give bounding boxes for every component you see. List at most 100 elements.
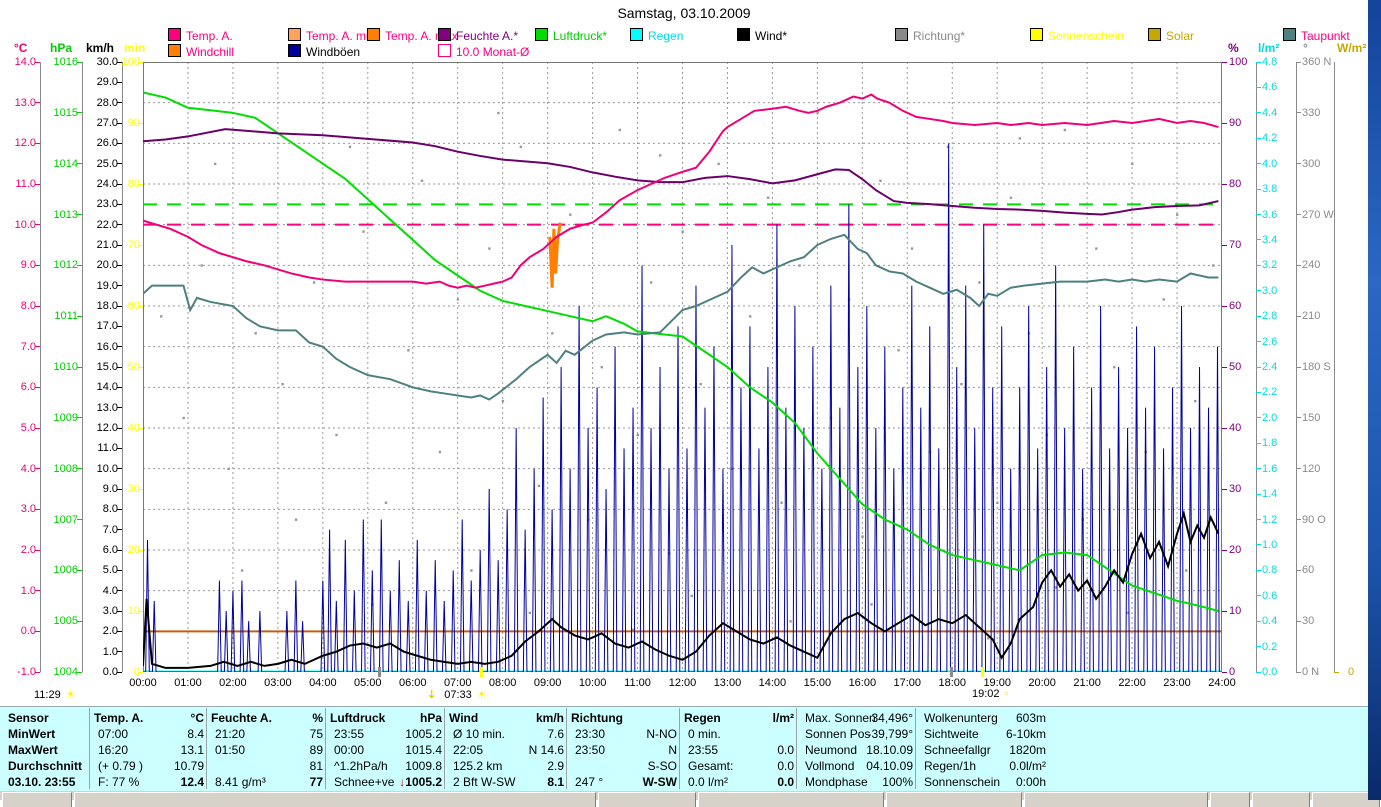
lm2-axis-label: 2.2 (1262, 386, 1278, 399)
deg-axis-tick (1296, 671, 1301, 673)
min-axis-label: 70 (127, 239, 140, 251)
lm2-axis-tick (1256, 315, 1261, 317)
lm2-axis-tick (1256, 569, 1261, 571)
wind-direction-dot (789, 620, 792, 623)
min-axis-label: 30 (127, 483, 140, 495)
legend-swatch-icon (288, 44, 301, 57)
table-divider (89, 708, 90, 789)
axis-unit-7: W/m² (1337, 41, 1367, 55)
legend-item-feuchte-a-: Feuchte A.* (438, 28, 518, 43)
kmh-axis-label: 19.0 (96, 279, 118, 292)
legend-swatch-icon (895, 28, 908, 41)
pct-axis-tick (1222, 488, 1227, 490)
astro-value: 34,496° (871, 711, 913, 725)
deg-axis-label: 30 (1302, 615, 1315, 628)
x-axis-label: 20:00 (1028, 677, 1056, 689)
min-axis-label: 100 (121, 56, 140, 68)
wind-value: 8.1 (547, 775, 564, 789)
wind-direction-dot (650, 281, 653, 284)
table-divider (679, 708, 680, 789)
lm2-axis-label: 1.0 (1262, 538, 1278, 551)
wind-direction-dot (600, 366, 603, 369)
wind-direction-dot (699, 382, 702, 386)
richtung-value: S-SO (647, 759, 677, 773)
lm2-axis-tick (1256, 366, 1261, 368)
lm2-axis-tick (1256, 646, 1261, 648)
regen-value: 0.0 (777, 775, 794, 789)
lm2-axis-tick (1256, 468, 1261, 470)
richtung-header: Richtung (571, 711, 623, 725)
feuchte-value: 81 (309, 759, 323, 773)
legend-swatch-icon (438, 28, 451, 41)
legend-item-temp-a-min: Temp. A. min (288, 28, 375, 43)
wind-direction-dot (996, 501, 999, 504)
wind-value: 2.9 (547, 759, 564, 773)
min-axis-label: 50 (127, 361, 140, 373)
lm2-axis-tick (1256, 519, 1261, 520)
x-axis-label: 13:00 (713, 677, 742, 689)
legend-label: 10.0 Monat-Ø (456, 45, 530, 59)
lm2-axis-label: 0.0 (1262, 666, 1278, 678)
deg-axis-label: 180 S (1302, 361, 1331, 373)
lm2-axis-tick (1256, 188, 1261, 190)
x-axis-label: 09:00 (533, 677, 562, 689)
twilight-evening-tick (950, 667, 953, 677)
richtung-value: N-NO (646, 727, 677, 741)
pct-axis-tick (1222, 61, 1227, 63)
series-temp (143, 93, 1219, 289)
pct-axis-tick (1222, 671, 1227, 673)
pct-axis-tick (1222, 305, 1227, 307)
legend-swatch-icon (168, 28, 181, 41)
regen-value: 0.0 (777, 759, 794, 773)
x-axis-label: 01:00 (174, 677, 202, 689)
legend-swatch-icon (630, 28, 643, 41)
misc-value: 603m (1015, 711, 1046, 725)
kmh-axis-label: 17.0 (96, 320, 118, 333)
wind-direction-dot (681, 230, 684, 233)
wind-direction-dot (910, 247, 914, 250)
x-axis-label: 10:00 (578, 677, 607, 689)
wind-direction-dot (1176, 213, 1179, 216)
wind-direction-dot (420, 179, 424, 183)
kmh-axis-label: 26.0 (96, 137, 118, 150)
lm2-axis-label: 2.6 (1262, 335, 1278, 348)
lm2-axis-label: 4.4 (1262, 106, 1278, 119)
wind-direction-dot (182, 416, 185, 420)
kmh-axis-label: 5.0 (102, 564, 118, 577)
weather-chart-plot (143, 62, 1222, 672)
lm2-axis-label: 3.6 (1262, 208, 1278, 221)
legend-swatch-icon (1148, 28, 1161, 41)
pct-axis-label: 50 (1229, 361, 1242, 373)
lm2-axis-tick (1256, 290, 1261, 292)
deg-axis-tick (1296, 417, 1301, 419)
wind-direction-dot (456, 298, 460, 301)
wind-direction-dot (766, 196, 770, 199)
sunset-square-icon: ▫ (1004, 688, 1009, 700)
legend-item-windb-en: Windböen (288, 44, 360, 59)
regen-value: 0.0 (777, 743, 794, 757)
deg-axis-label: 60 (1302, 564, 1315, 577)
pct-axis-label: 10 (1229, 605, 1242, 617)
wind-direction-dot (569, 213, 572, 216)
deg-axis-label: 300 (1302, 157, 1321, 170)
x-axis-label: 21:00 (1073, 677, 1101, 689)
row-label: MinWert (8, 727, 56, 741)
row-label: MaxWert (8, 743, 58, 757)
table-divider (566, 708, 567, 789)
wm2-axis-label: 0 (1348, 666, 1355, 678)
lm2-axis-label: 3.4 (1262, 233, 1278, 246)
kmh-axis-label: 13.0 (96, 401, 118, 414)
wind-value: N 14.6 (528, 743, 564, 757)
legend-swatch-icon (737, 28, 750, 41)
pct-axis-label: 20 (1229, 544, 1242, 556)
deg-axis-label: 210 (1302, 310, 1321, 323)
min-axis-label: 40 (127, 422, 140, 434)
pct-axis-tick (1222, 122, 1227, 124)
deg-axis-tick (1296, 519, 1301, 520)
richtung-value: N (668, 743, 677, 757)
wind-direction-dot (659, 154, 662, 157)
lm2-axis-tick (1256, 137, 1261, 139)
legend-item-temp-a-: Temp. A. (168, 28, 233, 43)
wind-direction-dot (312, 281, 316, 284)
lm2-axis-tick (1256, 163, 1261, 165)
